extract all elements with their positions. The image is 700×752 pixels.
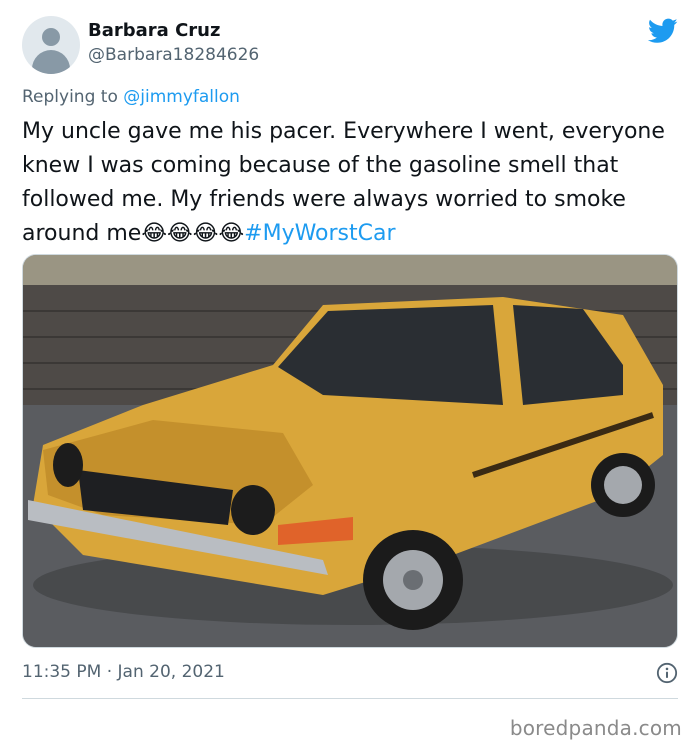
author-display-name[interactable]: Barbara Cruz	[88, 20, 220, 41]
hashtag-link[interactable]: #MyWorstCar	[244, 221, 395, 246]
author-handle[interactable]: @Barbara18284626	[88, 45, 259, 65]
avatar-body-shape	[32, 50, 70, 74]
replying-to-mention[interactable]: @jimmyfallon	[123, 87, 240, 107]
replying-to: Replying to @jimmyfallon	[22, 87, 240, 107]
replying-to-prefix: Replying to	[22, 87, 124, 107]
info-icon[interactable]	[656, 662, 678, 684]
twitter-bird-icon[interactable]	[648, 18, 678, 44]
avatar[interactable]	[22, 16, 80, 74]
tweet-photo[interactable]	[22, 254, 678, 648]
avatar-head-shape	[42, 28, 60, 46]
tweet-timestamp[interactable]: 11:35 PM · Jan 20, 2021	[22, 662, 225, 682]
watermark: boredpanda.com	[509, 716, 682, 740]
tweet-text: My uncle gave me his pacer. Everywhere I…	[22, 115, 682, 251]
emoji-laughing: 😂😂😂😂	[141, 221, 245, 246]
car-photo	[23, 255, 677, 647]
divider	[22, 698, 678, 699]
